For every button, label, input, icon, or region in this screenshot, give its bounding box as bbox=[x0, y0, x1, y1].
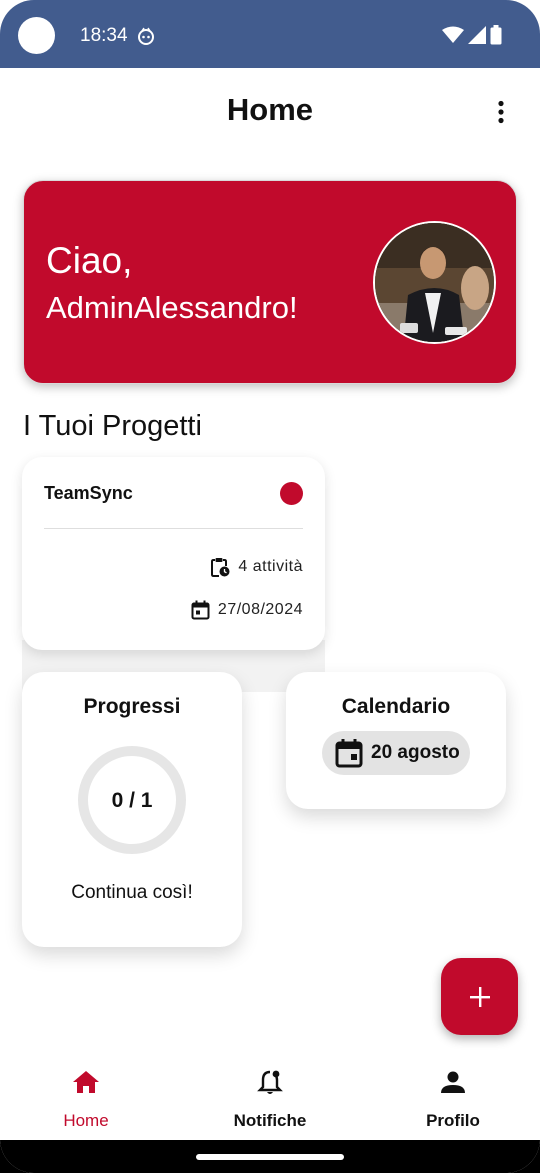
greeting-hello: Ciao, bbox=[46, 240, 133, 281]
plus-icon bbox=[469, 986, 490, 1007]
bell-icon bbox=[257, 1070, 283, 1094]
calendar-date-chip[interactable]: 20 agosto bbox=[322, 731, 470, 775]
more-vert-icon bbox=[498, 100, 504, 124]
nav-item-home[interactable]: Home bbox=[26, 1058, 146, 1140]
divider bbox=[44, 528, 303, 529]
more-options-button[interactable] bbox=[486, 97, 516, 127]
nav-label-notifications: Notifiche bbox=[233, 1111, 307, 1130]
project-status-dot bbox=[280, 482, 303, 505]
calendar-title: Calendario bbox=[341, 695, 451, 718]
wifi-icon bbox=[442, 26, 464, 43]
progress-caption: Continua così! bbox=[71, 882, 193, 903]
progress-card[interactable]: Progressi 0 / 1 Continua così! bbox=[22, 672, 242, 947]
home-gesture-handle[interactable] bbox=[196, 1154, 344, 1160]
nav-label-profile: Profilo bbox=[426, 1111, 480, 1130]
progress-title: Progressi bbox=[83, 695, 181, 718]
page-title: Home bbox=[226, 92, 314, 127]
project-due-date: 27/08/2024 bbox=[217, 601, 303, 618]
phone-screen: 18:34 Home Ciao, AdminAlessandro! I Tuoi… bbox=[0, 0, 540, 1173]
battery-icon bbox=[490, 25, 502, 45]
status-icons bbox=[442, 25, 502, 45]
greeting-card: Ciao, AdminAlessandro! bbox=[23, 180, 517, 384]
status-bar: 18:34 bbox=[0, 0, 540, 68]
project-card[interactable]: TeamSync 4 attività 27/08/2024 bbox=[22, 457, 325, 650]
person-icon bbox=[441, 1071, 465, 1093]
avatar-photo bbox=[375, 223, 494, 342]
projects-section-title: I Tuoi Progetti bbox=[23, 410, 202, 442]
add-button[interactable] bbox=[441, 958, 518, 1035]
project-date-row: 27/08/2024 bbox=[191, 600, 303, 620]
calendar-event-icon bbox=[335, 739, 363, 768]
project-name: TeamSync bbox=[44, 483, 133, 503]
app-notification-icon bbox=[138, 27, 154, 45]
status-time: 18:34 bbox=[80, 25, 128, 46]
calendar-date-label: 20 agosto bbox=[371, 742, 460, 763]
calendar-card[interactable]: Calendario 20 agosto bbox=[286, 672, 506, 809]
nav-item-notifications[interactable]: Notifiche bbox=[210, 1058, 330, 1140]
nav-label-home: Home bbox=[63, 1111, 109, 1130]
project-tasks-row: 4 attività bbox=[210, 557, 303, 577]
camera-dot bbox=[18, 17, 55, 54]
home-icon bbox=[73, 1071, 99, 1093]
signal-icon bbox=[468, 26, 486, 44]
bottom-navigation: Home Notifiche Profilo bbox=[0, 1058, 540, 1140]
greeting-username: AdminAlessandro! bbox=[46, 290, 298, 325]
progress-value: 0 / 1 bbox=[111, 789, 153, 812]
calendar-icon bbox=[191, 600, 210, 620]
system-gesture-bar bbox=[0, 1140, 540, 1173]
clipboard-clock-icon bbox=[211, 558, 230, 577]
project-tasks-count: 4 attività bbox=[238, 558, 303, 575]
avatar[interactable] bbox=[373, 221, 496, 344]
nav-item-profile[interactable]: Profilo bbox=[393, 1058, 513, 1140]
